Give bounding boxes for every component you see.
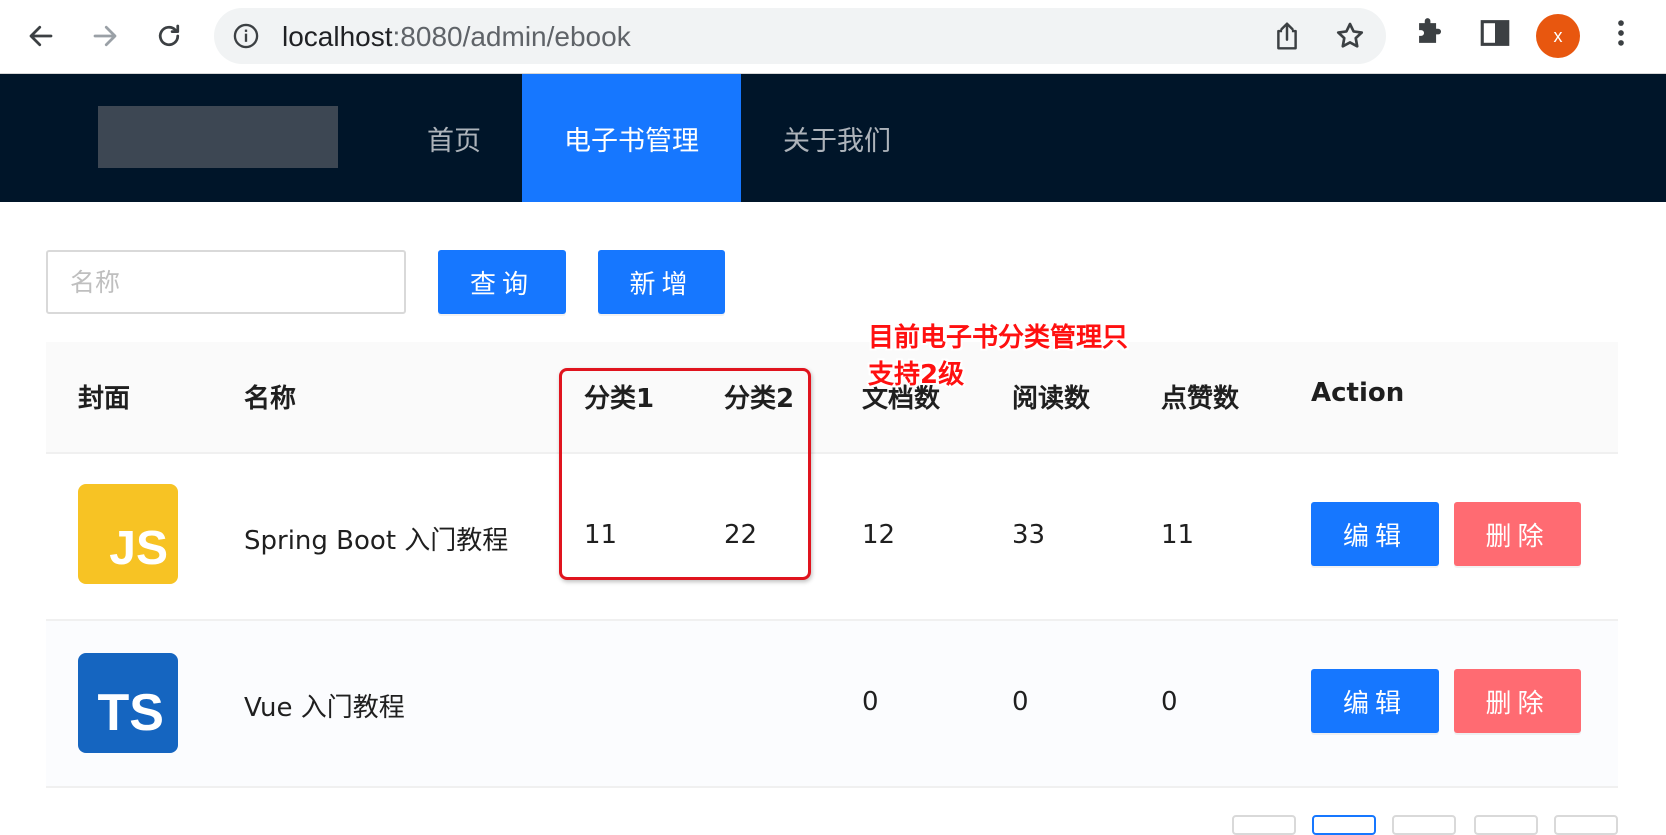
pagination-page[interactable] <box>1474 815 1538 835</box>
menu-item-label: 关于我们 <box>783 125 891 157</box>
add-button[interactable]: 新增 <box>598 250 725 314</box>
category-highlight-box <box>559 368 811 580</box>
side-panel-icon[interactable] <box>1478 16 1512 50</box>
pagination-page[interactable] <box>1392 815 1456 835</box>
cover-image-js: JS <box>78 484 178 584</box>
app-header: 首页 电子书管理 关于我们 <box>0 74 1666 202</box>
annotation-note: 目前电子书分类管理只 支持2级 <box>868 320 1168 394</box>
vote-count-value: 0 <box>1161 687 1178 717</box>
reload-icon <box>158 24 180 47</box>
share-icon[interactable] <box>1272 20 1302 52</box>
annotation-line: 目前电子书分类管理只 <box>868 323 1129 353</box>
url-path: :8080/admin/ebook <box>392 21 631 52</box>
pagination-next[interactable] <box>1554 815 1618 835</box>
extensions-puzzle-icon[interactable] <box>1412 16 1446 50</box>
menu-item-home[interactable]: 首页 <box>398 74 510 202</box>
menu-item-about[interactable]: 关于我们 <box>766 74 908 202</box>
cover-label: TS <box>97 684 164 742</box>
column-header-name: 名称 <box>244 384 297 414</box>
edit-button[interactable]: 编辑 <box>1311 502 1439 566</box>
pagination-page[interactable] <box>1312 815 1376 835</box>
column-header-vote-count: 点赞数 <box>1161 384 1240 414</box>
delete-button[interactable]: 删除 <box>1454 669 1581 733</box>
vote-count-value: 11 <box>1161 520 1195 550</box>
table-row: JS Spring Boot 入门教程 11 22 12 33 11 编辑 删除 <box>46 454 1618 621</box>
ebook-name: Vue 入门教程 <box>244 693 405 723</box>
view-count-value: 33 <box>1012 520 1046 550</box>
menu-item-ebook-admin[interactable]: 电子书管理 <box>522 74 741 202</box>
cover-label: JS <box>109 522 168 575</box>
menu-item-label: 首页 <box>427 125 481 157</box>
table-row: TS Vue 入门教程 0 0 0 编辑 删除 <box>46 621 1618 788</box>
delete-button[interactable]: 删除 <box>1454 502 1581 566</box>
doc-count-value: 12 <box>862 520 896 550</box>
pagination-prev[interactable] <box>1232 815 1296 835</box>
arrow-left-icon <box>29 25 53 47</box>
cover-image-ts: TS <box>78 653 178 753</box>
browser-toolbar: localhost:8080/admin/ebook x <box>0 0 1666 74</box>
query-button[interactable]: 查询 <box>438 250 566 314</box>
menu-item-label: 电子书管理 <box>564 125 699 157</box>
info-icon[interactable] <box>232 22 260 50</box>
reload-button[interactable] <box>152 19 186 53</box>
table-header: 封面 名称 分类1 分类2 文档数 阅读数 点赞数 Action <box>46 342 1618 454</box>
edit-button[interactable]: 编辑 <box>1311 669 1439 733</box>
address-bar[interactable]: localhost:8080/admin/ebook <box>214 8 1386 64</box>
column-header-cover: 封面 <box>78 384 131 414</box>
profile-avatar[interactable]: x <box>1536 14 1580 58</box>
forward-button[interactable] <box>88 19 122 53</box>
annotation-line: 支持2级 <box>868 360 965 390</box>
arrow-right-icon <box>93 25 117 47</box>
logo-placeholder <box>98 106 338 168</box>
column-header-action: Action <box>1311 378 1405 408</box>
more-vertical-icon[interactable] <box>1604 16 1638 50</box>
url-host: localhost <box>282 21 393 52</box>
doc-count-value: 0 <box>862 687 879 717</box>
back-button[interactable] <box>24 19 58 53</box>
name-search-input[interactable] <box>46 250 406 314</box>
url-text: localhost:8080/admin/ebook <box>282 21 631 53</box>
ebook-name: Spring Boot 入门教程 <box>244 526 509 556</box>
view-count-value: 0 <box>1012 687 1029 717</box>
bookmark-star-icon[interactable] <box>1334 20 1366 52</box>
